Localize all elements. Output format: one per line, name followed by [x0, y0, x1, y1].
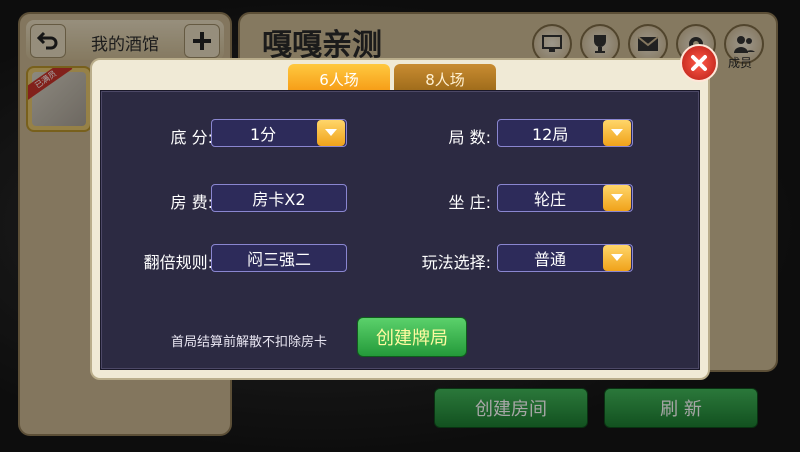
base-score-value: 1分 [250, 125, 277, 144]
banker-value: 轮庄 [534, 190, 567, 209]
banker-label: 坐 庄: [448, 193, 491, 212]
close-button[interactable] [680, 44, 718, 82]
create-game-button[interactable]: 创建牌局 [357, 317, 467, 357]
play-mode-dropdown[interactable] [603, 245, 631, 271]
base-score-dropdown[interactable] [317, 120, 345, 146]
dissolve-note: 首局结算前解散不扣除房卡 [171, 335, 328, 350]
chevron-down-icon [611, 194, 623, 201]
settings-panel: 底 分: 1分 局 数: 12局 房 费: 房卡X2 坐 庄: 轮庄 翻倍规则:… [100, 90, 700, 370]
play-mode-value: 普通 [534, 250, 567, 269]
close-icon [691, 55, 707, 71]
banker-dropdown[interactable] [603, 185, 631, 211]
chevron-down-icon [325, 129, 337, 136]
play-mode-label: 玩法选择: [421, 253, 491, 272]
double-rule-value: 闷三强二 [211, 244, 347, 272]
create-game-modal: 6人场 8人场 底 分: 1分 局 数: 12局 房 费: 房卡X2 坐 庄: … [90, 58, 710, 380]
rounds-value: 12局 [532, 125, 569, 144]
chevron-down-icon [611, 254, 623, 261]
rounds-label: 局 数: [448, 128, 491, 147]
base-score-label: 底 分: [170, 128, 213, 147]
chevron-down-icon [611, 129, 623, 136]
double-rule-label: 翻倍规则: [143, 253, 213, 272]
rounds-dropdown[interactable] [603, 120, 631, 146]
room-fee-label: 房 费: [170, 193, 213, 212]
room-fee-value: 房卡X2 [211, 184, 347, 212]
